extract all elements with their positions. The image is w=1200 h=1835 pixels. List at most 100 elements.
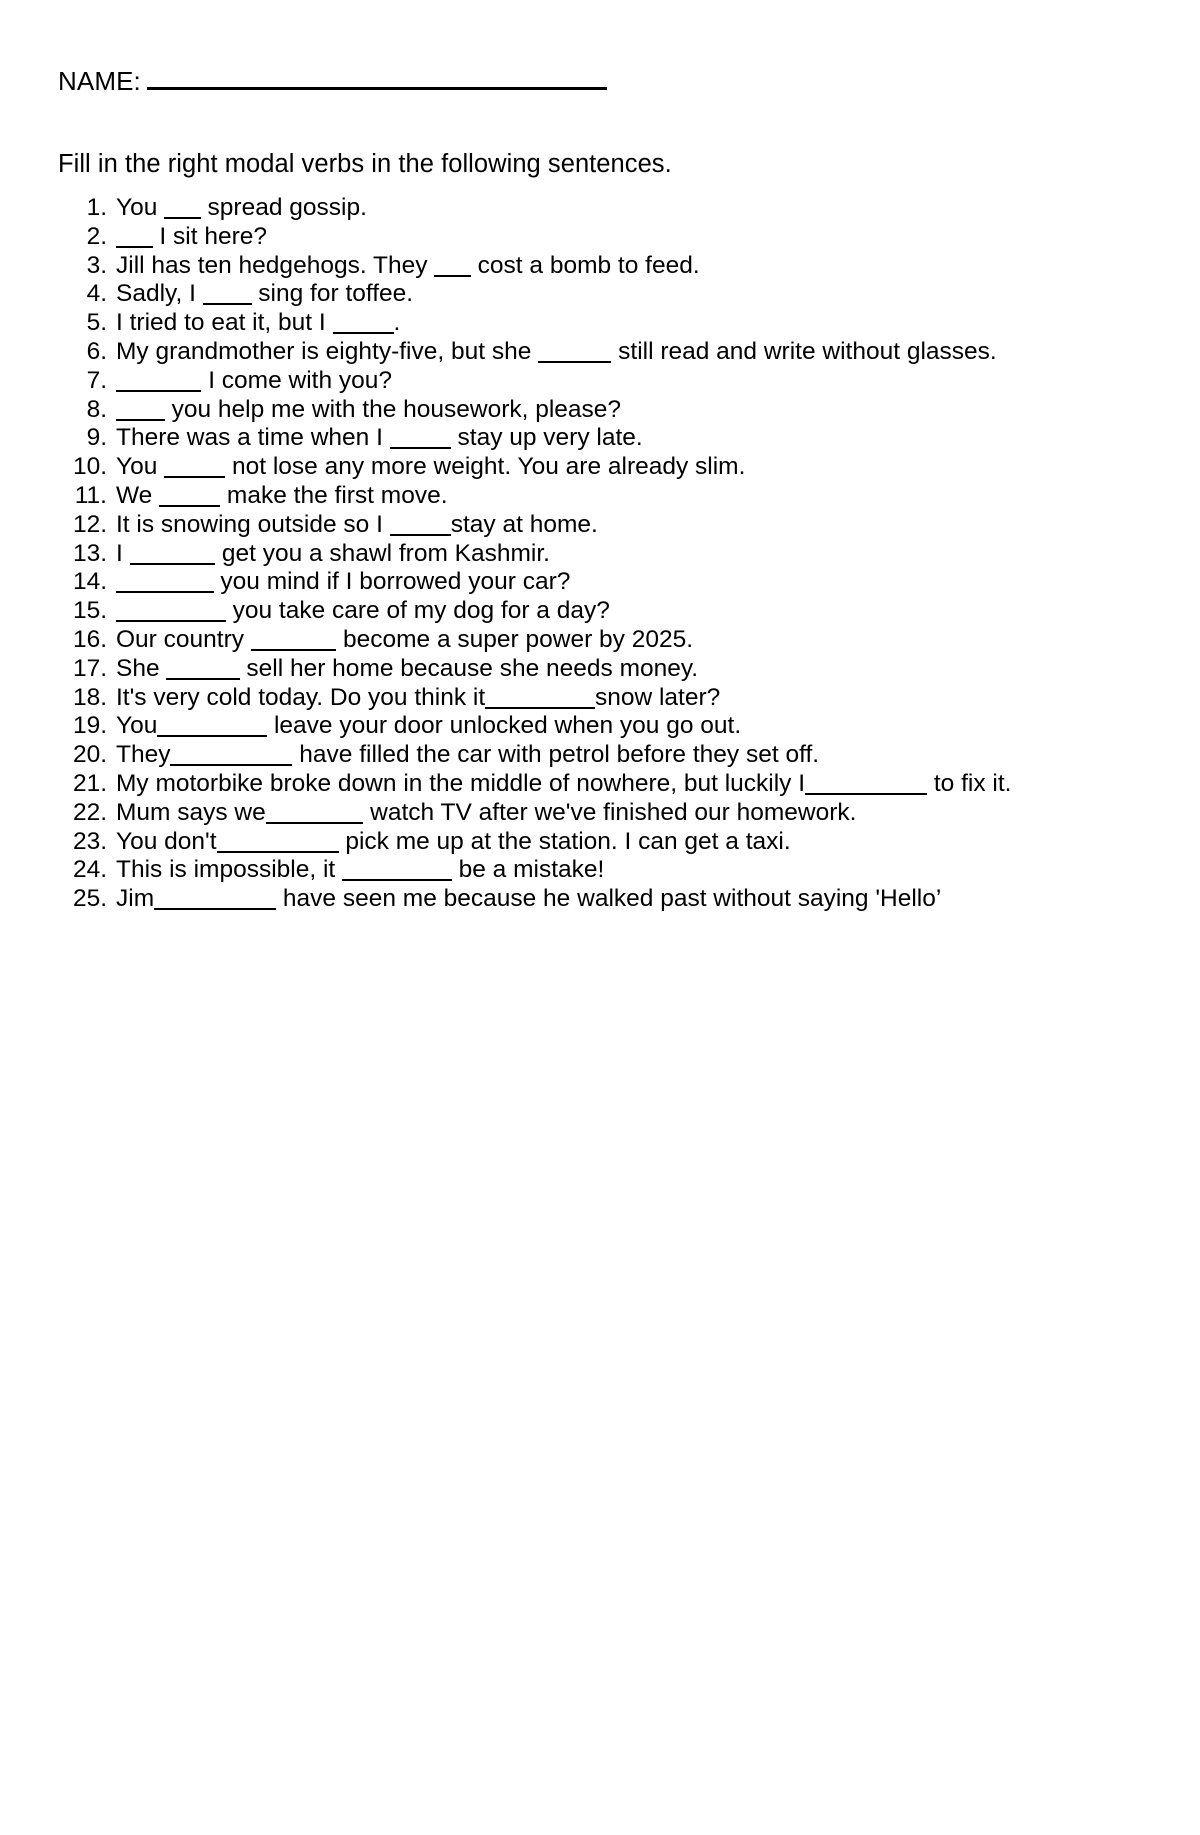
question-item: 18. It's very cold today. Do you think it… [58, 684, 1148, 713]
question-text: Sadly, I sing for toffee. [116, 280, 414, 308]
question-item: 25. Jim have seen me because he walked pa… [58, 885, 1148, 914]
question-number: 3. [86, 251, 107, 279]
question-number: 4. [86, 280, 107, 308]
question-item: 11. We make the first move. [58, 482, 1148, 511]
question-number: 6. [86, 337, 107, 365]
answer-blank[interactable] [202, 303, 252, 306]
answer-blank[interactable] [164, 476, 226, 479]
question-text: You not lose any more weight. You are al… [116, 453, 746, 481]
question-text: Mum says we watch TV after we've finishe… [116, 798, 857, 826]
answer-blank[interactable] [154, 908, 277, 911]
question-text: My motorbike broke down in the middle of… [116, 769, 1012, 797]
question-number: 12. [72, 510, 107, 538]
question-item: 19. You leave your door unlocked when you… [58, 712, 1148, 741]
answer-blank[interactable] [434, 274, 471, 277]
question-number: 14. [72, 568, 107, 596]
question-text: Jill has ten hedgehogs. They cost a bomb… [116, 251, 700, 279]
question-text: There was a time when I stay up very lat… [116, 424, 643, 452]
question-item: 4. Sadly, I sing for toffee. [58, 280, 1148, 309]
answer-blank[interactable] [116, 245, 153, 248]
question-number: 15. [72, 597, 107, 625]
question-item: 2. I sit here? [58, 223, 1148, 252]
answer-blank[interactable] [116, 389, 202, 392]
question-number: 5. [86, 309, 107, 337]
question-text: This is impossible, it be a mistake! [116, 856, 605, 884]
question-item: 20. They have filled the car with petrol … [58, 741, 1148, 770]
answer-blank[interactable] [159, 504, 221, 507]
question-text: you mind if I borrowed your car? [116, 568, 1148, 597]
answer-blank[interactable] [116, 591, 214, 594]
question-text: You don't pick me up at the station. I c… [116, 827, 791, 855]
question-item: 7. I come with you? [58, 367, 1148, 396]
answer-blank[interactable] [805, 792, 928, 795]
question-item: 22. Mum says we watch TV after we've fini… [58, 799, 1148, 828]
name-label: NAME: [58, 66, 141, 96]
question-text: you take care of my dog for a day? [116, 597, 1148, 626]
question-item: 3. Jill has ten hedgehogs. They cost a bo… [58, 252, 1148, 281]
worksheet-page: NAME: Fill in the right modal verbs in t… [0, 0, 1200, 1835]
question-item: 23. You don't pick me up at the station. … [58, 828, 1148, 857]
question-number: 24. [72, 856, 107, 884]
question-number: 16. [72, 625, 107, 653]
answer-blank[interactable] [538, 360, 612, 363]
question-text: It is snowing outside so I stay at home. [116, 510, 598, 538]
answer-blank[interactable] [265, 821, 364, 824]
answer-blank[interactable] [157, 735, 268, 738]
question-number: 18. [72, 683, 107, 711]
answer-blank[interactable] [170, 764, 293, 767]
answer-blank[interactable] [129, 562, 216, 565]
name-field-row: NAME: [58, 66, 607, 97]
question-text: It's very cold today. Do you think it sno… [116, 683, 721, 711]
question-item: 8. you help me with the housework, pleas… [58, 396, 1148, 425]
question-number: 22. [72, 798, 107, 826]
question-number: 10. [72, 453, 107, 481]
answer-blank[interactable] [164, 217, 201, 219]
answer-blank[interactable] [342, 879, 452, 882]
question-number: 2. [86, 222, 107, 250]
answer-blank[interactable] [389, 447, 451, 450]
answer-blank[interactable] [485, 706, 595, 709]
answer-blank[interactable] [116, 620, 226, 623]
question-text: I sit here? [116, 223, 1148, 252]
question-number: 9. [86, 424, 107, 452]
question-item: 13. I get you a shawl from Kashmir. [58, 540, 1148, 569]
question-number: 23. [72, 827, 107, 855]
question-text: I tried to eat it, but I . [116, 309, 401, 337]
question-item: 14. you mind if I borrowed your car? [58, 568, 1148, 597]
question-number: 20. [72, 741, 107, 769]
answer-blank[interactable] [216, 850, 339, 853]
answer-blank[interactable] [250, 648, 337, 651]
question-text: We make the first move. [116, 481, 448, 509]
question-item: 5. I tried to eat it, but I . [58, 309, 1148, 338]
answer-blank[interactable] [116, 418, 165, 421]
question-number: 17. [72, 654, 107, 682]
question-number: 11. [74, 481, 107, 509]
question-number: 25. [72, 885, 107, 913]
question-number: 1. [86, 194, 107, 221]
question-number: 7. [86, 366, 107, 394]
question-item: 17. She sell her home because she needs m… [58, 655, 1148, 684]
question-text: I get you a shawl from Kashmir. [116, 539, 550, 567]
question-number: 13. [72, 539, 107, 567]
question-text: You leave your door unlocked when you go… [116, 712, 742, 740]
answer-blank[interactable] [389, 533, 451, 536]
name-input-blank[interactable] [146, 67, 607, 90]
question-item: 12. It is snowing outside so I stay at ho… [58, 511, 1148, 540]
question-list: 1. You spread gossip. 2. I sit here? 3. Jill… [58, 194, 1148, 914]
question-item: 1. You spread gossip. [58, 194, 1148, 223]
question-number: 21. [72, 769, 107, 797]
instruction-text: Fill in the right modal verbs in the fol… [58, 150, 672, 178]
question-item: 15. you take care of my dog for a day? [58, 597, 1148, 626]
question-number: 19. [72, 712, 107, 740]
question-item: 16. Our country become a super power by 2… [58, 626, 1148, 655]
question-number: 8. [86, 395, 107, 423]
question-item: 21. My motorbike broke down in the middle… [58, 770, 1148, 799]
question-text: My grandmother is eighty-five, but she s… [116, 337, 997, 365]
question-text: They have filled the car with petrol bef… [116, 741, 820, 769]
answer-blank[interactable] [332, 332, 394, 335]
answer-blank[interactable] [166, 677, 240, 680]
question-text: you help me with the housework, please? [116, 396, 1148, 425]
question-item: 6. My grandmother is eighty-five, but she… [58, 338, 1148, 367]
question-text: I come with you? [116, 367, 1148, 396]
question-item: 10. You not lose any more weight. You are… [58, 453, 1148, 482]
